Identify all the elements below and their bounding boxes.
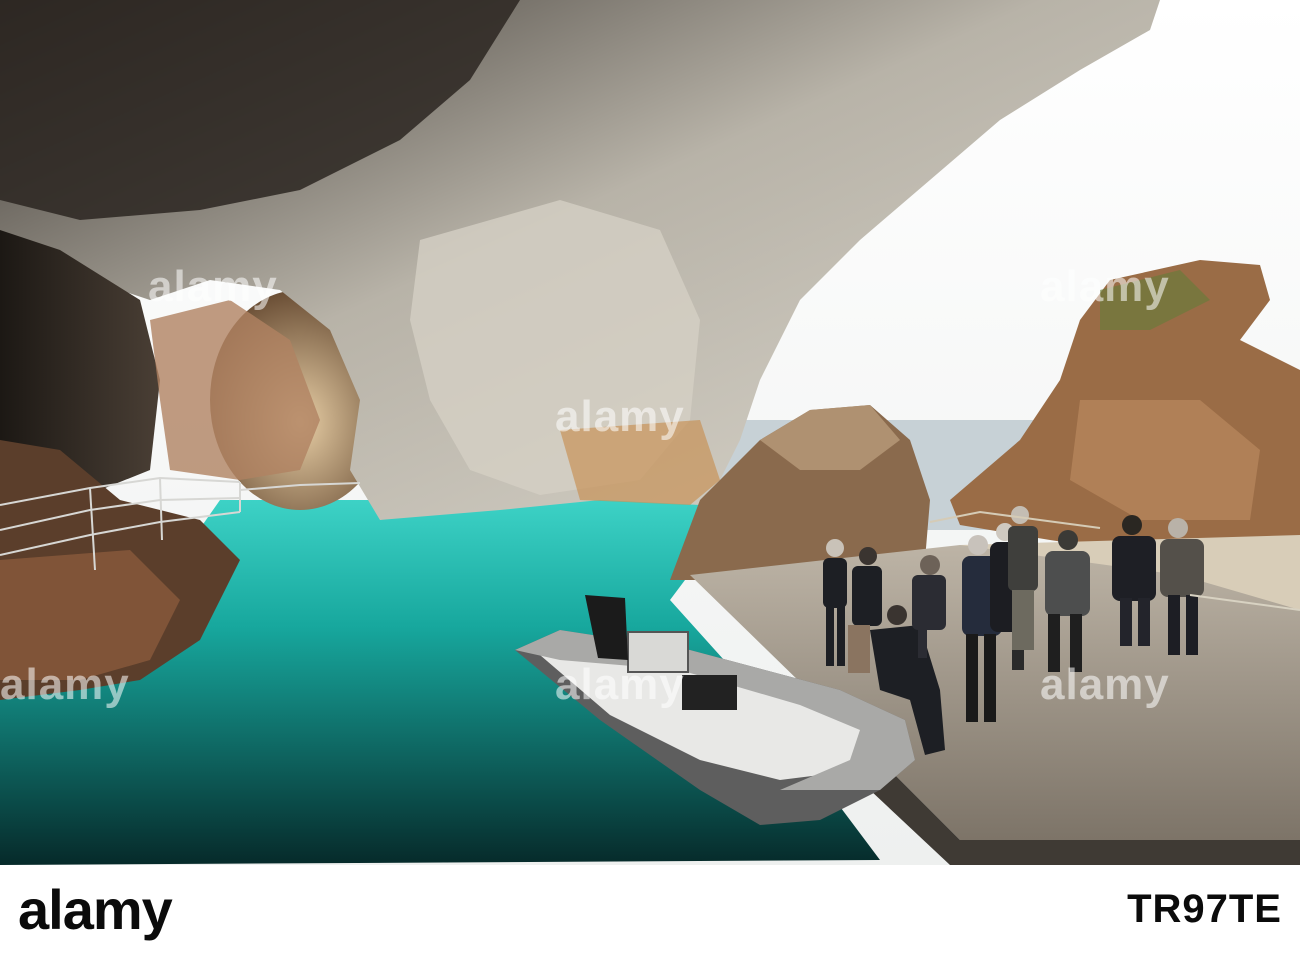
watermark-center-bottom: alamy (555, 660, 685, 709)
cave-photo: alamy alamy alamy alamy alamy alamy (0, 0, 1300, 865)
alamy-logo: alamy (18, 877, 308, 943)
watermark-left: alamy (148, 262, 278, 311)
watermark-right-top: alamy (1040, 262, 1170, 311)
watermark-left-bottom: alamy (0, 660, 130, 709)
watermark-right-bottom: alamy (1040, 660, 1170, 709)
image-id: TR97TE (1127, 887, 1282, 931)
watermark-center: alamy (555, 392, 685, 441)
alamy-logo-text: alamy (18, 878, 173, 941)
footer-bar: alamy TR97TE (0, 865, 1300, 956)
